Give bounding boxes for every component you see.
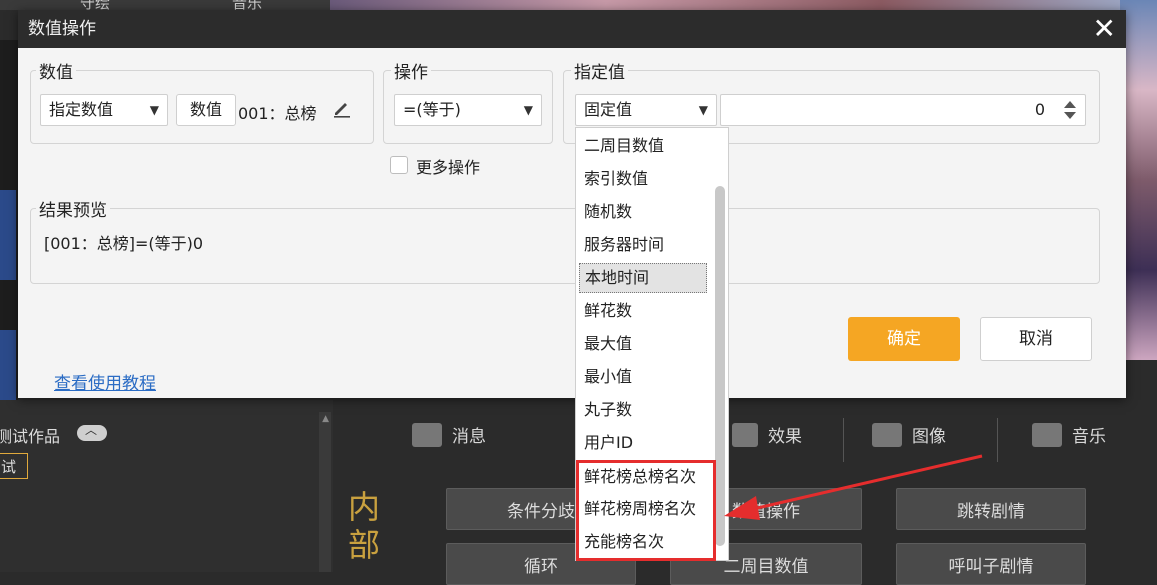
bg-tab-2[interactable]: 音乐: [232, 0, 262, 12]
annotation-arrow-icon: [724, 454, 983, 520]
dropdown-option[interactable]: 索引数值: [584, 164, 712, 194]
toolbar-music-label: 音乐: [1072, 427, 1106, 447]
dropdown-option[interactable]: 鲜花数: [584, 296, 712, 326]
inner-category-label: 内部: [348, 488, 381, 564]
specified-value-legend: 指定值: [571, 58, 628, 83]
value-type-select[interactable]: 指定数值 ▼: [40, 94, 168, 126]
collapse-toggle-icon[interactable]: [77, 421, 107, 441]
dropdown-option[interactable]: 服务器时间: [584, 230, 712, 260]
value-select-button[interactable]: 数值: [176, 94, 236, 126]
dropdown-option[interactable]: 丸子数: [584, 395, 712, 425]
annotation-highlight-box: [576, 460, 716, 561]
preview-legend: 结果预览: [36, 196, 110, 221]
toolbar-message[interactable]: 消息: [412, 422, 486, 447]
value-text: 001：总榜: [238, 104, 317, 123]
value-operation-dialog: 数值操作 ✕ 数值 指定数值 ▼ 数值 001：总榜 操作 =(等于) ▼ 指定…: [18, 10, 1126, 398]
music-icon: [1032, 422, 1062, 447]
scroll-up-icon[interactable]: ▲: [322, 414, 329, 424]
preview-text: [001：总榜]=(等于)0: [44, 234, 204, 253]
spinner-icon[interactable]: [1063, 99, 1077, 121]
cmd-call-subplot[interactable]: 呼叫子剧情: [896, 543, 1086, 585]
cancel-button[interactable]: 取消: [980, 317, 1092, 361]
dropdown-option-selected[interactable]: 本地时间: [579, 263, 707, 293]
value-type-select-text: 指定数值: [49, 100, 114, 119]
value-group-legend: 数值: [36, 58, 76, 83]
works-scrollbar[interactable]: [319, 412, 331, 572]
specified-value-select[interactable]: 固定值 ▼: [575, 94, 717, 126]
message-icon: [412, 422, 442, 447]
scene-preview-top: [330, 0, 1157, 10]
operation-group-legend: 操作: [391, 58, 431, 83]
fixed-value-input[interactable]: 0: [720, 94, 1086, 126]
dropdown-option[interactable]: 用户ID: [584, 428, 712, 458]
fixed-value-number: 0: [1034, 100, 1045, 119]
dropdown-option[interactable]: 随机数: [584, 197, 712, 227]
confirm-button[interactable]: 确定: [848, 317, 960, 361]
test-works-label: 测试作品: [0, 427, 61, 446]
dialog-title: 数值操作: [28, 19, 96, 39]
toolbar-music[interactable]: 音乐: [1032, 422, 1106, 447]
dropdown-option[interactable]: 最大值: [584, 329, 712, 359]
chevron-down-icon: ▼: [523, 103, 533, 117]
tutorial-link[interactable]: 查看使用教程: [54, 369, 156, 394]
toolbar-message-label: 消息: [452, 427, 486, 447]
bg-tab-1[interactable]: 守绘: [80, 0, 110, 12]
operation-select[interactable]: =(等于) ▼: [394, 94, 542, 126]
try-tag[interactable]: 试: [0, 453, 28, 479]
pencil-icon[interactable]: [332, 98, 352, 118]
dropdown-option[interactable]: 最小值: [584, 362, 712, 392]
more-ops-checkbox[interactable]: [390, 156, 408, 174]
chevron-down-icon: ▼: [149, 103, 159, 117]
chevron-down-icon: ▼: [698, 103, 708, 117]
operation-select-text: =(等于): [403, 100, 461, 119]
left-panel-strip: [0, 40, 18, 400]
more-ops-label: 更多操作: [416, 158, 481, 177]
dialog-title-bar: 数值操作 ✕: [18, 10, 1126, 48]
specified-value-select-text: 固定值: [584, 100, 633, 119]
close-icon[interactable]: ✕: [1093, 15, 1116, 43]
dropdown-option[interactable]: 二周目数值: [584, 131, 712, 161]
